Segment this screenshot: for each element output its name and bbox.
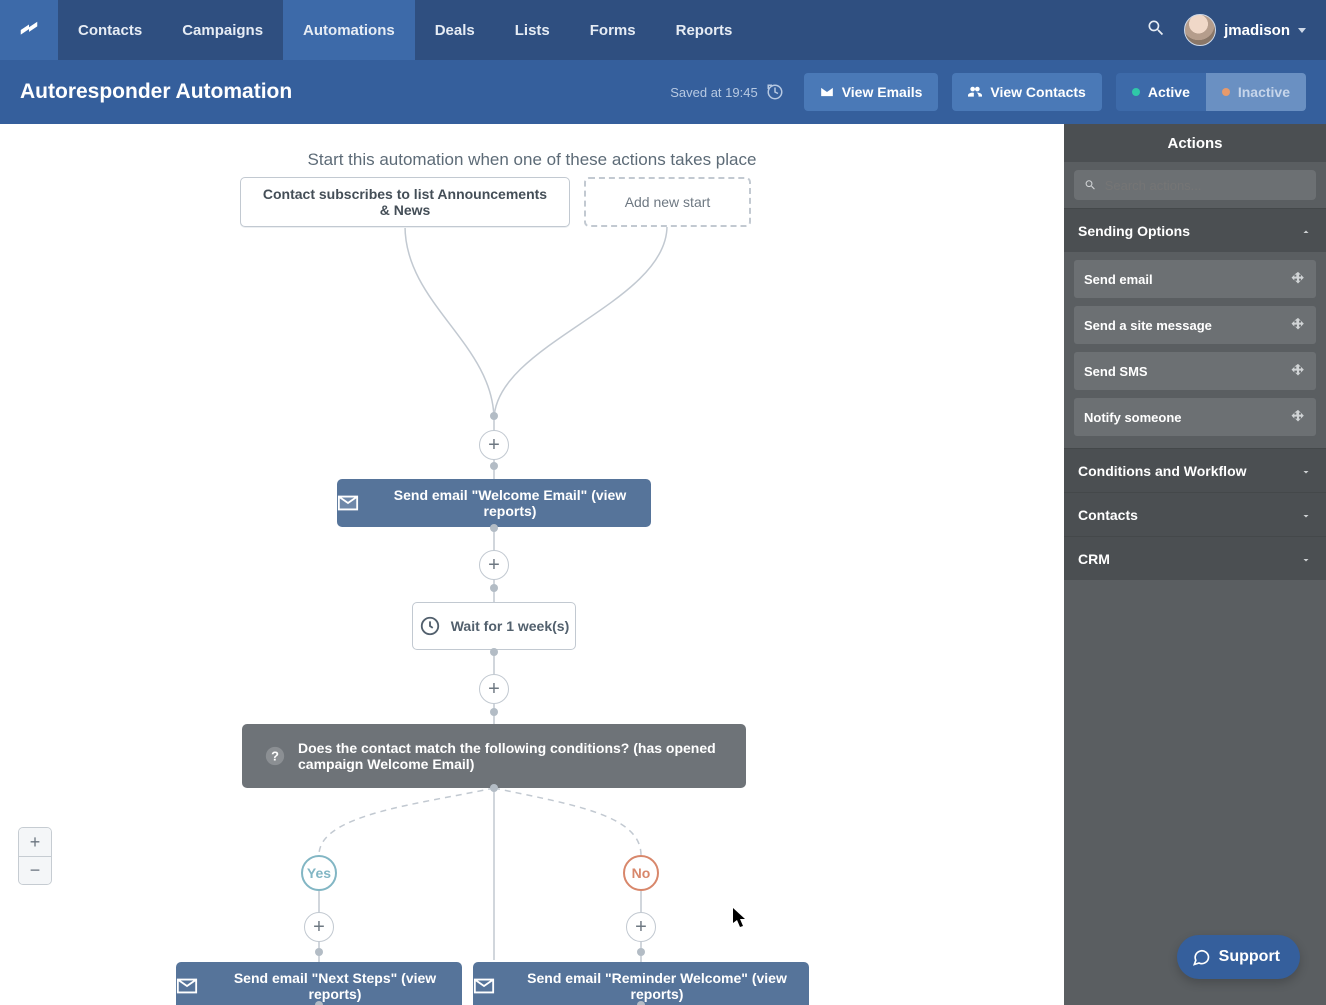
mail-icon <box>176 975 198 997</box>
nav-forms[interactable]: Forms <box>570 0 656 60</box>
status-inactive[interactable]: Inactive <box>1206 73 1306 111</box>
nav-lists[interactable]: Lists <box>495 0 570 60</box>
nav-campaigns[interactable]: Campaigns <box>162 0 283 60</box>
connector-dot <box>490 462 498 470</box>
drag-icon <box>1290 409 1306 425</box>
connector-dot <box>490 412 498 420</box>
wait-node[interactable]: Wait for 1 week(s) <box>412 602 576 650</box>
action-send-sms[interactable]: Send SMS <box>1074 352 1316 390</box>
action-notify-someone[interactable]: Notify someone <box>1074 398 1316 436</box>
send-email-no-node[interactable]: Send email "Reminder Welcome" (view repo… <box>473 962 809 1005</box>
mail-icon <box>473 975 495 997</box>
search-icon[interactable] <box>1146 18 1166 43</box>
nav-reports[interactable]: Reports <box>656 0 753 60</box>
zoom-out-button[interactable]: − <box>19 856 51 884</box>
accordion-conditions-and-workflow[interactable]: Conditions and Workflow <box>1064 448 1326 492</box>
username: jmadison <box>1224 22 1290 39</box>
status-toggle[interactable]: Active Inactive <box>1116 73 1306 111</box>
drag-icon <box>1290 363 1306 379</box>
drag-icon <box>1290 271 1306 287</box>
action-send-a-site-message[interactable]: Send a site message <box>1074 306 1316 344</box>
nav-deals[interactable]: Deals <box>415 0 495 60</box>
nav-automations[interactable]: Automations <box>283 0 415 60</box>
connector-dot <box>315 948 323 956</box>
connector-dot <box>490 524 498 532</box>
send-email-yes-node[interactable]: Send email "Next Steps" (view reports) <box>176 962 462 1005</box>
status-active[interactable]: Active <box>1116 73 1206 111</box>
add-start-node[interactable]: Add new start <box>584 177 751 227</box>
saved-indicator: Saved at 19:45 <box>670 83 783 101</box>
svg-text:?: ? <box>271 749 279 764</box>
add-step-button[interactable]: + <box>479 550 509 580</box>
connector-dot <box>490 584 498 592</box>
connector-dot <box>637 1001 645 1005</box>
send-email-node[interactable]: Send email "Welcome Email" (view reports… <box>337 479 651 527</box>
condition-node[interactable]: ? Does the contact match the following c… <box>242 724 746 788</box>
actions-panel: Actions Sending Options Send email Send a … <box>1064 124 1326 1005</box>
mail-icon <box>337 492 359 514</box>
chevron-down-icon <box>1298 28 1306 33</box>
accordion-crm[interactable]: CRM <box>1064 536 1326 580</box>
brand-logo[interactable] <box>0 0 58 60</box>
user-menu[interactable]: jmadison <box>1184 14 1306 46</box>
trigger-node[interactable]: Contact subscribes to list Announcements… <box>240 177 570 227</box>
zoom-in-button[interactable]: + <box>19 828 51 856</box>
connector-dot <box>315 1001 323 1005</box>
connector-dot <box>490 648 498 656</box>
search-icon <box>1084 178 1097 192</box>
no-branch[interactable]: No <box>623 855 659 891</box>
add-step-button[interactable]: + <box>479 674 509 704</box>
connector-dot <box>490 784 498 792</box>
support-button[interactable]: Support <box>1177 935 1300 979</box>
accordion-contacts[interactable]: Contacts <box>1064 492 1326 536</box>
actions-panel-title: Actions <box>1064 124 1326 162</box>
clock-icon <box>419 615 441 637</box>
view-emails-button[interactable]: View Emails <box>804 73 939 111</box>
automation-canvas[interactable]: Start this automation when one of these … <box>0 124 1064 1005</box>
view-contacts-button[interactable]: View Contacts <box>952 73 1101 111</box>
add-step-button[interactable]: + <box>626 912 656 942</box>
mouse-cursor-icon <box>733 908 747 928</box>
question-icon: ? <box>264 745 286 767</box>
connector-dot <box>490 708 498 716</box>
nav-contacts[interactable]: Contacts <box>58 0 162 60</box>
zoom-control: + − <box>18 827 52 885</box>
action-send-email[interactable]: Send email <box>1074 260 1316 298</box>
page-title: Autoresponder Automation <box>20 80 292 104</box>
avatar <box>1184 14 1216 46</box>
search-actions-input[interactable] <box>1074 170 1316 200</box>
yes-branch[interactable]: Yes <box>301 855 337 891</box>
accordion-sending-options[interactable]: Sending Options <box>1064 208 1326 252</box>
connector-dot <box>637 948 645 956</box>
add-step-button[interactable]: + <box>304 912 334 942</box>
drag-icon <box>1290 317 1306 333</box>
add-step-button[interactable]: + <box>479 430 509 460</box>
